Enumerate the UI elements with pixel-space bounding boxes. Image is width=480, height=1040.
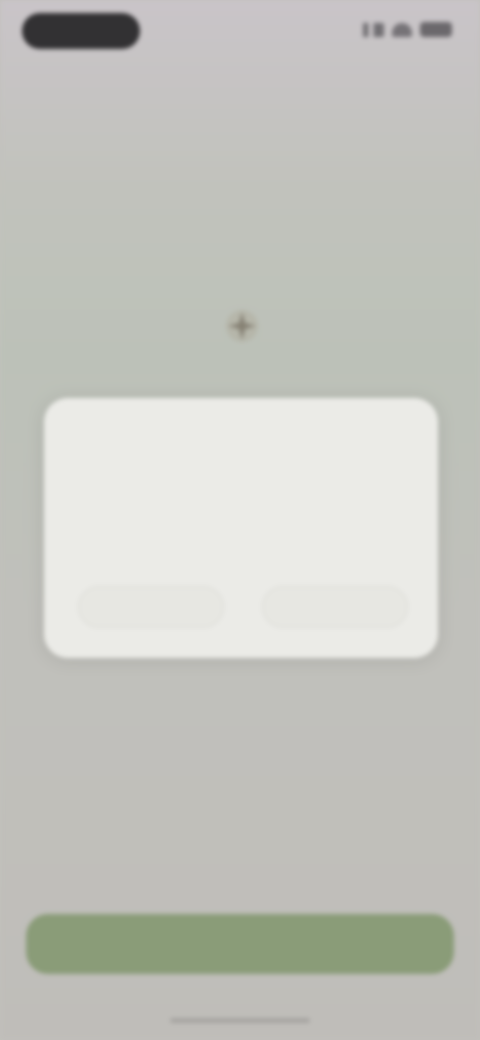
status-icons xyxy=(358,22,452,37)
battery-icon xyxy=(420,22,452,37)
sparkle-icon xyxy=(222,306,262,346)
dialog-secondary-button[interactable] xyxy=(78,586,224,628)
dialog-buttons xyxy=(78,586,408,628)
wifi-icon xyxy=(392,22,412,37)
sparkle-icon-svg xyxy=(226,310,258,342)
primary-action-button[interactable] xyxy=(26,914,454,974)
signal-icon xyxy=(358,22,384,37)
status-bar xyxy=(0,0,480,60)
screen xyxy=(0,0,480,1040)
dialog-card xyxy=(44,398,438,658)
home-indicator xyxy=(170,1018,310,1023)
status-time-pill xyxy=(22,13,140,49)
dialog-primary-button[interactable] xyxy=(262,586,408,628)
